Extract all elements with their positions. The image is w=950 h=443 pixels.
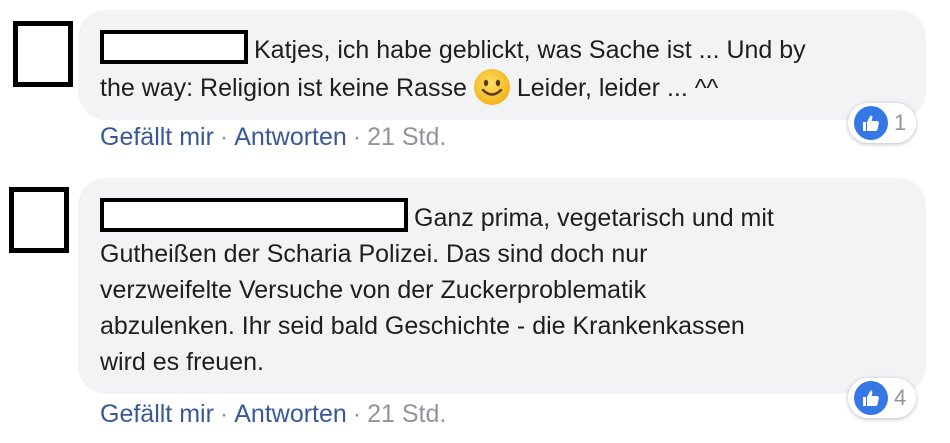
comment-line: Ganz prima, vegetarisch und mit <box>414 204 774 232</box>
reaction-badge[interactable]: 4 <box>848 378 917 418</box>
author-name[interactable] <box>100 198 408 232</box>
reaction-badge[interactable]: 1 <box>848 103 917 143</box>
comment-bubble: Katjes, ich habe geblickt, was Sache ist… <box>78 10 926 120</box>
timestamp[interactable]: 21 Std. <box>367 400 446 428</box>
like-link[interactable]: Gefällt mir <box>100 400 214 428</box>
reply-link[interactable]: Antworten <box>234 400 347 428</box>
comment-text: Katjes, ich habe geblickt, was Sache ist… <box>100 30 930 116</box>
smiley-icon <box>473 68 511 116</box>
comment-line: abzulenken. Ihr seid bald Geschichte - d… <box>100 312 745 340</box>
comment-actions: Gefällt mir · Antworten · 21 Std. <box>100 123 446 152</box>
reaction-count: 4 <box>894 385 907 410</box>
separator: · <box>352 400 362 428</box>
separator: · <box>352 123 362 151</box>
comment-actions: Gefällt mir · Antworten · 21 Std. <box>100 400 446 429</box>
comment-bubble: Ganz prima, vegetarisch und mit Gutheiße… <box>78 178 926 394</box>
timestamp[interactable]: 21 Std. <box>367 123 446 151</box>
comment-line: Katjes, ich habe geblickt, was Sache ist… <box>254 36 806 64</box>
author-name[interactable] <box>100 30 248 64</box>
comment-line: Leider, leider ... ^^ <box>516 74 719 102</box>
like-link[interactable]: Gefällt mir <box>100 123 214 151</box>
comment-line: the way: Religion ist keine Rasse <box>100 74 467 102</box>
reaction-count: 1 <box>894 110 907 135</box>
avatar[interactable] <box>13 21 73 87</box>
avatar[interactable] <box>9 187 69 253</box>
comment-line: verzweifelte Versuche von der Zuckerprob… <box>100 276 647 304</box>
thumbs-up-icon <box>854 381 888 415</box>
thumbs-up-icon <box>854 106 888 140</box>
comment-text: Ganz prima, vegetarisch und mit Gutheiße… <box>100 198 930 380</box>
separator: · <box>219 400 229 428</box>
comment-line: Gutheißen der Scharia Polizei. Das sind … <box>100 240 648 268</box>
separator: · <box>219 123 229 151</box>
comment-line: wird es freuen. <box>100 348 264 376</box>
reply-link[interactable]: Antworten <box>234 123 347 151</box>
